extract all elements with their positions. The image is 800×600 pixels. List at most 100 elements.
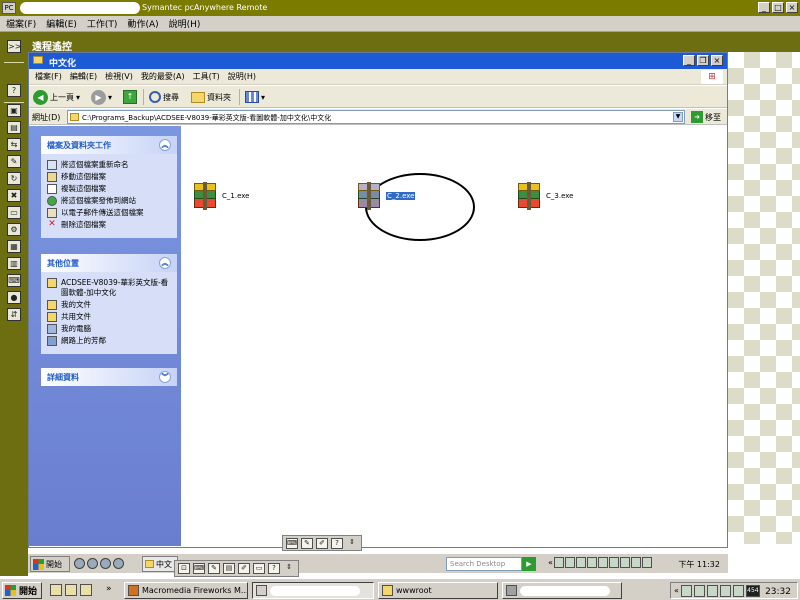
tray-icon[interactable] <box>630 557 641 568</box>
draw-icon[interactable]: ✐ <box>316 537 328 549</box>
help-icon[interactable]: ? <box>7 84 21 97</box>
keyboard-icon[interactable]: ⌨ <box>286 537 298 549</box>
tray-icon[interactable] <box>597 557 608 568</box>
quick-launch-icon[interactable] <box>80 584 92 596</box>
task-copy-file[interactable]: 複製這個檔案 <box>47 184 171 194</box>
monitor-icon[interactable]: ▭ <box>7 206 21 219</box>
expand-sidebar-icon[interactable]: >> <box>7 40 21 53</box>
clipboard-icon[interactable]: ▥ <box>7 257 21 270</box>
tray-icon[interactable] <box>586 557 597 568</box>
file-transfer-icon[interactable]: ⇆ <box>7 138 21 151</box>
start-button[interactable]: 開始 <box>2 582 42 599</box>
place-network-places[interactable]: 網路上的芳鄰 <box>47 336 171 346</box>
quick-launch-icon[interactable] <box>87 558 98 569</box>
chat-icon[interactable]: ✎ <box>7 155 21 168</box>
task-publish-file[interactable]: 將這個檔案發佈到網站 <box>47 196 171 206</box>
tray-expand-icon[interactable]: « <box>548 558 553 567</box>
back-button[interactable]: ◀ 上一頁 ▾ <box>33 89 80 105</box>
keyboard-icon[interactable]: ⌨ <box>193 563 205 574</box>
remote-control-icon[interactable]: ▣ <box>7 104 21 117</box>
file-tasks-header[interactable]: 檔案及資料夾工作 ︽ <box>41 136 177 154</box>
task-button-fireworks[interactable]: Macromedia Fireworks M... <box>124 582 248 599</box>
menu-actions[interactable]: 動作(A) <box>127 17 158 30</box>
file-item-c3[interactable]: C_3.exe <box>516 182 573 210</box>
menu-edit[interactable]: 編輯(E) <box>46 17 77 30</box>
whiteboard-icon[interactable]: ▤ <box>223 563 235 574</box>
spin-arrows-icon[interactable]: ⇕ <box>346 538 358 549</box>
ex-menu-tools[interactable]: 工具(T) <box>193 71 220 82</box>
settings-icon[interactable]: ⚙ <box>7 223 21 236</box>
pen-icon[interactable]: ✎ <box>208 563 220 574</box>
keyboard-icon[interactable]: ⌨ <box>7 274 21 287</box>
address-dropdown-icon[interactable]: ▼ <box>673 112 683 122</box>
disconnect-icon[interactable]: ✖ <box>7 189 21 202</box>
expand-chevron-icon[interactable]: ︾ <box>159 371 171 383</box>
remote-start-button[interactable]: 開始 <box>30 556 70 572</box>
ex-menu-favorites[interactable]: 我的最愛(A) <box>141 71 185 82</box>
ex-menu-edit[interactable]: 編輯(E) <box>70 71 97 82</box>
tray-icon[interactable] <box>564 557 575 568</box>
task-move-file[interactable]: 移動這個檔案 <box>47 172 171 182</box>
explorer-close-button[interactable]: × <box>711 55 723 66</box>
task-button-wwwroot[interactable]: wwwroot <box>378 582 498 599</box>
folders-button[interactable]: 資料夾 <box>191 89 231 105</box>
forward-button[interactable]: ▶ ▾ <box>91 89 112 105</box>
place-my-documents[interactable]: 我的文件 <box>47 300 171 310</box>
file-item-c2-selected[interactable]: C_2.exe <box>356 182 416 210</box>
spin-arrows-icon[interactable]: ⇕ <box>283 563 295 574</box>
network-icon[interactable]: ⇵ <box>7 308 21 321</box>
up-folder-button[interactable]: ↑ <box>123 89 137 105</box>
display-icon[interactable]: ▦ <box>7 240 21 253</box>
search-go-icon[interactable]: ▶ <box>522 557 536 571</box>
tray-icon[interactable] <box>706 584 718 597</box>
other-places-header[interactable]: 其他位置 ︽ <box>41 254 177 272</box>
quick-launch-icon[interactable] <box>100 558 111 569</box>
tray-icon[interactable] <box>641 557 652 568</box>
tray-badge-icon[interactable]: 454 <box>745 584 760 597</box>
pcanywhere-app-icon[interactable]: PC <box>2 2 16 14</box>
search-button[interactable]: 搜尋 <box>149 89 179 105</box>
views-button[interactable]: ▾ <box>245 89 265 105</box>
quick-launch-icon[interactable] <box>74 558 85 569</box>
task-button-pcanywhere[interactable] <box>252 582 374 599</box>
place-shared-documents[interactable]: 共用文件 <box>47 312 171 322</box>
ex-menu-file[interactable]: 檔案(F) <box>35 71 62 82</box>
menu-tasks[interactable]: 工作(T) <box>87 17 118 30</box>
tray-icon[interactable] <box>553 557 564 568</box>
collapse-chevron-icon[interactable]: ︽ <box>159 257 171 269</box>
task-delete-file[interactable]: ✕ 刪除這個檔案 <box>47 220 171 230</box>
maximize-button[interactable]: □ <box>772 2 784 13</box>
ex-menu-view[interactable]: 檢視(V) <box>105 71 133 82</box>
refresh-icon[interactable]: ↻ <box>7 172 21 185</box>
close-button[interactable]: × <box>786 2 798 13</box>
quick-launch-icon[interactable] <box>50 584 62 596</box>
tray-icon[interactable] <box>619 557 630 568</box>
fit-screen-icon[interactable]: ⊡ <box>178 563 190 574</box>
details-header[interactable]: 詳細資料 ︾ <box>41 368 177 386</box>
place-my-computer[interactable]: 我的電腦 <box>47 324 171 334</box>
pen-icon[interactable]: ✎ <box>301 537 313 549</box>
task-email-file[interactable]: 以電子郵件傳送這個檔案 <box>47 208 171 218</box>
quick-launch-icon[interactable] <box>113 558 124 569</box>
minimize-button[interactable]: _ <box>758 2 770 13</box>
screen-capture-icon[interactable]: ▤ <box>7 121 21 134</box>
tray-expand-icon[interactable]: « <box>674 586 679 595</box>
tray-icon[interactable] <box>608 557 619 568</box>
tray-icon[interactable] <box>732 584 744 597</box>
tray-icon[interactable] <box>693 584 705 597</box>
collapse-chevron-icon[interactable]: ︽ <box>159 139 171 151</box>
task-button-redacted[interactable] <box>502 582 622 599</box>
task-rename-file[interactable]: 將這個檔案重新命名 <box>47 160 171 170</box>
tray-icon[interactable] <box>575 557 586 568</box>
desktop-search-input[interactable]: Search Desktop <box>446 557 522 571</box>
ex-menu-help[interactable]: 說明(H) <box>228 71 256 82</box>
help-icon[interactable]: ? <box>331 537 343 549</box>
quick-launch-icon[interactable] <box>65 584 77 596</box>
screen-icon[interactable]: ▭ <box>253 563 265 574</box>
file-item-c1[interactable]: C_1.exe <box>192 182 249 210</box>
explorer-minimize-button[interactable]: _ <box>683 55 695 66</box>
help-icon[interactable]: ? <box>268 563 280 574</box>
tray-icon[interactable] <box>680 584 692 597</box>
tray-icon[interactable] <box>719 584 731 597</box>
record-icon[interactable]: ● <box>7 291 21 304</box>
